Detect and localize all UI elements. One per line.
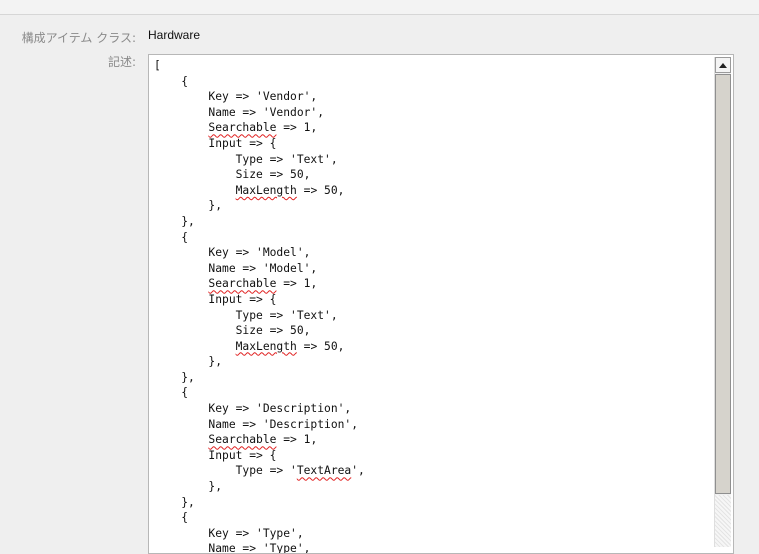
code-text: Size => 50, — [154, 168, 311, 182]
code-text: Name => 'Model', — [154, 261, 318, 275]
code-line: [ — [154, 58, 365, 74]
code-text: Name => 'Description', — [154, 417, 359, 431]
code-line: Searchable => 1, — [154, 120, 365, 136]
class-value: Hardware — [148, 28, 201, 42]
code-text: => 1, — [276, 277, 318, 291]
code-text: Key => 'Type', — [154, 526, 304, 540]
code-text: [ — [154, 59, 161, 72]
code-line: { — [154, 230, 365, 246]
code-line: Key => 'Description', — [154, 401, 365, 417]
code-text: Input => { — [154, 292, 277, 306]
code-line: Size => 50, — [154, 167, 365, 183]
code-content[interactable]: [ { Key => 'Vendor', Name => 'Vendor', S… — [154, 58, 365, 554]
code-text: { — [154, 511, 189, 525]
code-line: Key => 'Vendor', — [154, 89, 365, 105]
code-line: Key => 'Model', — [154, 245, 365, 261]
scroll-up-button[interactable] — [715, 57, 731, 73]
code-line: }, — [154, 214, 365, 230]
code-line: { — [154, 74, 365, 90]
code-text: => 1, — [276, 121, 318, 135]
spellcheck-flagged-word: MaxLength — [235, 183, 297, 197]
code-text: Input => { — [154, 448, 277, 462]
code-line: MaxLength => 50, — [154, 183, 365, 199]
code-text: Size => 50, — [154, 324, 311, 338]
code-text: Input => { — [154, 136, 277, 150]
code-line: Searchable => 1, — [154, 432, 365, 448]
code-line: { — [154, 510, 365, 526]
code-line: MaxLength => 50, — [154, 339, 365, 355]
spellcheck-flagged-word: Searchable — [208, 433, 277, 447]
code-line: Name => 'Vendor', — [154, 105, 365, 121]
code-text: Type => 'Text', — [154, 152, 338, 166]
spellcheck-flagged-word: MaxLength — [235, 339, 297, 353]
code-text: }, — [154, 214, 195, 228]
code-text: Type => 'Text', — [154, 308, 338, 322]
code-text: Key => 'Model', — [154, 246, 311, 260]
code-line: }, — [154, 370, 365, 386]
code-text: Key => 'Description', — [154, 402, 352, 416]
scroll-track[interactable] — [715, 495, 731, 547]
code-line: Type => 'Text', — [154, 152, 365, 168]
code-line: Name => 'Model', — [154, 261, 365, 277]
code-text: }, — [154, 370, 195, 384]
code-text: { — [154, 74, 189, 88]
code-text: => 50, — [296, 183, 345, 197]
code-line: Input => { — [154, 448, 365, 464]
code-text: { — [154, 386, 189, 400]
code-line: Name => 'Type', — [154, 541, 365, 554]
code-text: }, — [154, 495, 195, 509]
code-text: }, — [154, 480, 223, 494]
code-line: Key => 'Type', — [154, 526, 365, 542]
code-line: Type => 'Text', — [154, 308, 365, 324]
code-line: }, — [154, 198, 365, 214]
code-text: }, — [154, 355, 223, 369]
code-line: Size => 50, — [154, 323, 365, 339]
code-line: Input => { — [154, 136, 365, 152]
code-text: => 50, — [296, 339, 345, 353]
spellcheck-flagged-word: Searchable — [208, 277, 277, 291]
code-text: Key => 'Vendor', — [154, 90, 318, 104]
code-line: Searchable => 1, — [154, 276, 365, 292]
code-line: Input => { — [154, 292, 365, 308]
code-line: Type => 'TextArea', — [154, 463, 365, 479]
code-text: => 1, — [276, 433, 318, 447]
code-text: { — [154, 230, 189, 244]
code-line: }, — [154, 354, 365, 370]
class-label: 構成アイテム クラス: — [21, 31, 136, 45]
code-line: }, — [154, 479, 365, 495]
textarea-scrollbar[interactable] — [714, 57, 731, 547]
triangle-up-icon — [719, 62, 727, 68]
code-text: Name => 'Vendor', — [154, 105, 325, 119]
scroll-thumb[interactable] — [715, 74, 731, 494]
spellcheck-flagged-word: Searchable — [208, 121, 277, 135]
code-text: }, — [154, 199, 223, 213]
spellcheck-flagged-word: TextArea — [296, 464, 352, 478]
code-line: }, — [154, 495, 365, 511]
top-divider — [0, 0, 759, 15]
code-text: ', — [351, 464, 365, 478]
description-label: 記述: — [107, 55, 136, 69]
code-line: { — [154, 385, 365, 401]
code-text: Type => ' — [154, 464, 297, 478]
description-textarea[interactable]: [ { Key => 'Vendor', Name => 'Vendor', S… — [148, 54, 734, 554]
code-line: Name => 'Description', — [154, 417, 365, 433]
code-text: Name => 'Type', — [154, 542, 311, 554]
